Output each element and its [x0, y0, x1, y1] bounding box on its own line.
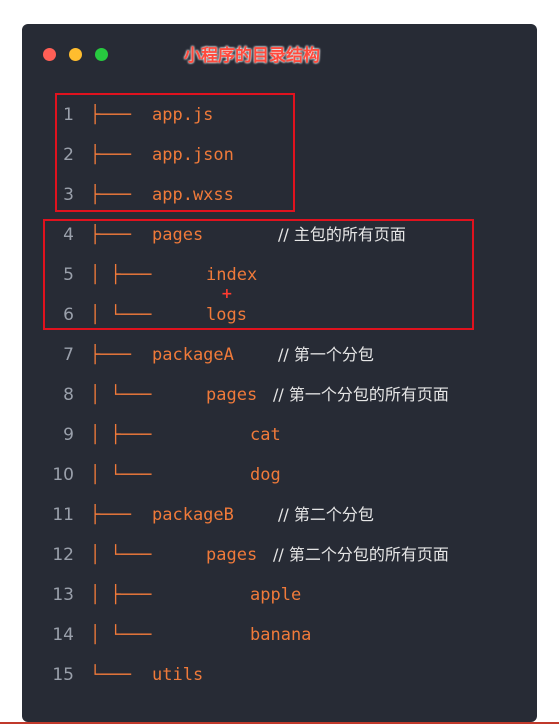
tree-branch: │ └───: [90, 545, 152, 565]
minimize-dot[interactable]: [69, 48, 82, 61]
close-dot[interactable]: [43, 48, 56, 61]
line-number: 13: [52, 585, 74, 605]
window-title: 小程序的目录结构: [184, 46, 320, 66]
tree-entry-name: banana: [250, 625, 312, 645]
tree-branch: │ └───: [90, 625, 152, 645]
line-number: 12: [52, 545, 74, 565]
line-number: 9: [63, 425, 74, 445]
bottom-divider: [0, 722, 559, 724]
highlight-box-root-files: [55, 93, 295, 212]
line-number: 15: [52, 665, 74, 685]
tree-branch: ├───: [90, 505, 131, 525]
tree-entry-name: packageB: [152, 505, 234, 525]
tree-branch: └───: [90, 665, 131, 685]
code-comment: // 第一个分包: [278, 345, 374, 364]
tree-entry-name: pages: [206, 545, 258, 565]
tree-entry-name: apple: [250, 585, 302, 605]
plus-annotation: +: [221, 286, 233, 302]
line-number: 14: [52, 625, 74, 645]
code-comment: // 第二个分包的所有页面: [273, 545, 449, 564]
line-number: 10: [52, 465, 74, 485]
highlight-box-main-pages: [43, 219, 474, 330]
tree-entry-name: cat: [250, 425, 281, 445]
maximize-dot[interactable]: [95, 48, 108, 61]
line-number: 8: [63, 385, 74, 405]
tree-branch: │ ├───: [90, 425, 152, 445]
line-number: 7: [63, 345, 74, 365]
tree-entry-name: pages: [206, 385, 258, 405]
code-comment: // 第一个分包的所有页面: [273, 385, 449, 404]
line-number: 11: [52, 505, 74, 525]
tree-branch: │ ├───: [90, 585, 152, 605]
tree-entry-name: packageA: [152, 345, 234, 365]
tree-branch: │ └───: [90, 385, 152, 405]
tree-branch: ├───: [90, 345, 131, 365]
code-comment: // 第二个分包: [278, 505, 374, 524]
tree-entry-name: dog: [250, 465, 281, 485]
tree-branch: │ └───: [90, 465, 152, 485]
tree-entry-name: utils: [152, 665, 204, 685]
